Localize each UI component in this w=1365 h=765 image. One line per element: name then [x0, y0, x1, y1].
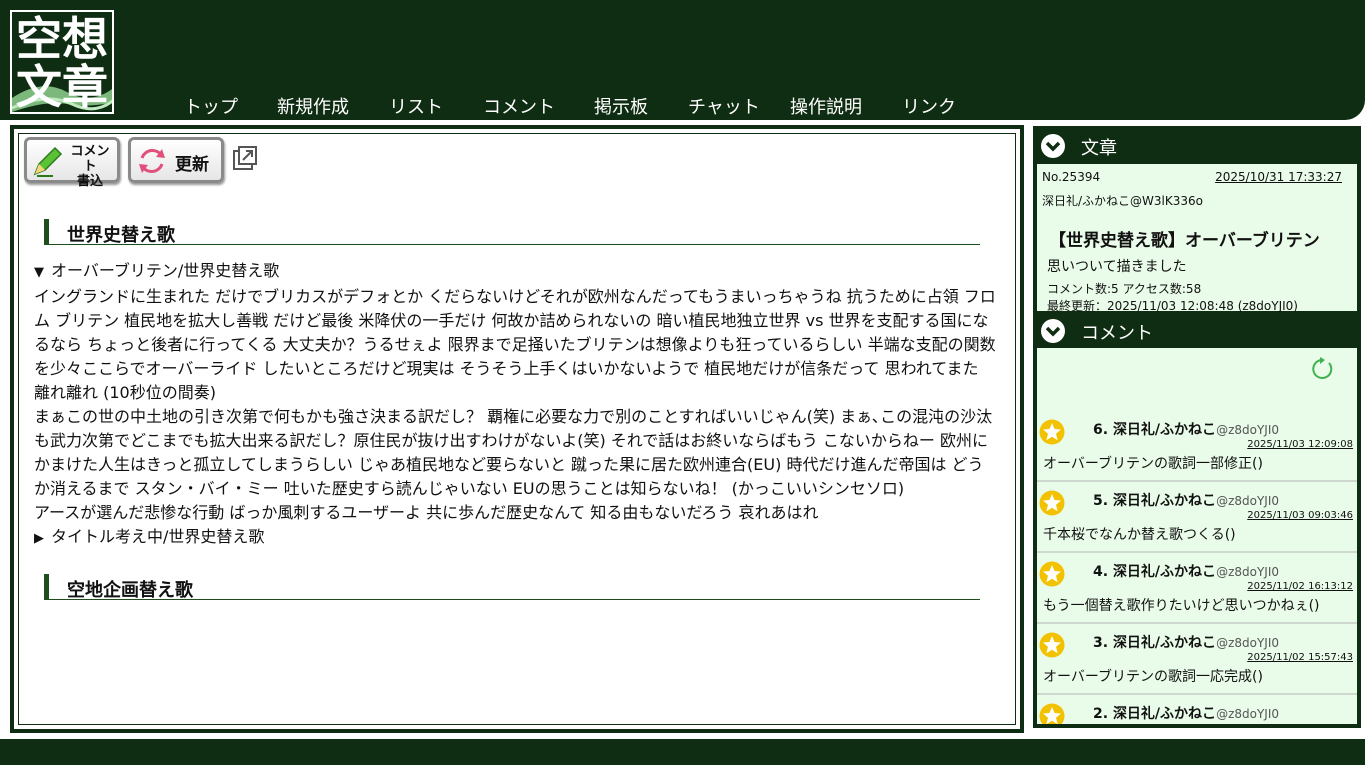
comment-panel-header[interactable]: コメント: [1033, 314, 1361, 348]
section-heading: 世界史替え歌: [44, 219, 980, 246]
chevron-down-icon: [1041, 319, 1065, 343]
doc-date[interactable]: 2025/10/31 17:33:27: [1215, 170, 1342, 184]
main-content: コメント 書込 更新 世界史替え歌 ▼ オーバーブリテン/世界史替え歌 イングラン…: [10, 125, 1024, 733]
comment-text: オーバーブリテンの歌詞一部修正(): [1043, 456, 1263, 472]
write-comment-button[interactable]: コメント 書込: [24, 137, 120, 189]
nav-item-new[interactable]: 新規作成: [277, 96, 349, 120]
comment-date[interactable]: 2025/11/02 15:57:43: [1247, 652, 1353, 663]
song-title: タイトル考え中/世界史替え歌: [51, 527, 265, 546]
comment-text: オーバーブリテンの歌詞一応完成(): [1043, 669, 1263, 685]
document-panel-header[interactable]: 文章: [1033, 126, 1361, 164]
comment-number: 5.: [1093, 493, 1109, 509]
logo-char: 想: [62, 12, 108, 66]
nav-item-top[interactable]: トップ: [184, 96, 238, 120]
reload-icon[interactable]: [1309, 356, 1335, 382]
comment-item: 5. 深日礼/ふかねこ@z8doYJI0 2025/11/03 09:03:46…: [1037, 482, 1357, 553]
doc-number: No.25394: [1042, 170, 1101, 184]
nav-item-links[interactable]: リンク: [902, 96, 956, 120]
lyrics-paragraph: イングランドに生まれた だけでブリカスがデフォとか くだらないけどそれが欧州なん…: [34, 287, 996, 402]
star-icon: [1039, 419, 1065, 445]
comment-text: もう一個替え歌作りたいけど思いつかねぇ(): [1043, 598, 1320, 614]
triangle-right-icon: ▶: [34, 531, 44, 546]
site-footer: [0, 739, 1365, 765]
song-toggle[interactable]: ▼ オーバーブリテン/世界史替え歌: [34, 259, 996, 285]
comment-item: 3. 深日礼/ふかねこ@z8doYJI0 2025/11/02 15:57:43…: [1037, 624, 1357, 695]
comment-item: 4. 深日礼/ふかねこ@z8doYJI0 2025/11/02 16:13:12…: [1037, 553, 1357, 624]
comment-user-id: @z8doYJI0: [1216, 707, 1279, 721]
site-logo[interactable]: 空 想 文 章: [10, 10, 114, 114]
section-heading: 空地企画替え歌: [44, 574, 980, 601]
comment-author[interactable]: 深日礼/ふかねこ: [1113, 635, 1216, 651]
comment-date[interactable]: 2025/11/03 12:09:08: [1247, 439, 1353, 450]
comment-number: 6.: [1093, 422, 1109, 438]
star-icon: [1039, 490, 1065, 516]
refresh-icon: [139, 149, 165, 173]
pencil-icon: [33, 146, 63, 177]
comment-author[interactable]: 深日礼/ふかねこ: [1113, 564, 1216, 580]
document-panel: 文章 No.25394 2025/10/31 17:33:27 深日礼/ふかねこ…: [1033, 126, 1361, 315]
nav-item-help[interactable]: 操作説明: [790, 96, 862, 120]
logo-char: 文: [16, 60, 62, 114]
chevron-down-icon: [1041, 134, 1065, 158]
song-toggle[interactable]: ▶ タイトル考え中/世界史替え歌: [34, 525, 996, 551]
logo-char: 章: [62, 60, 108, 114]
doc-title[interactable]: 【世界史替え歌】オーバーブリテン: [1049, 226, 1320, 251]
triangle-down-icon: ▼: [34, 265, 44, 280]
nav-item-list[interactable]: リスト: [389, 96, 443, 120]
star-icon: [1039, 703, 1065, 724]
comment-item: 6. 深日礼/ふかねこ@z8doYJI0 2025/11/03 12:09:08…: [1037, 411, 1357, 482]
comment-user-id: @z8doYJI0: [1216, 565, 1279, 579]
comment-text: 千本桜でなんか替え歌つくる(): [1043, 527, 1236, 543]
comment-panel: コメント 6. 深日礼/ふかねこ@z8doYJI0 2025/11/03 12:…: [1033, 314, 1361, 728]
section-title: 世界史替え歌: [67, 225, 175, 246]
site-header: 空 想 文 章 トップ 新規作成 リスト コメント 掲示板 チャット 操作説明 …: [0, 0, 1365, 120]
open-external-icon[interactable]: [232, 145, 258, 171]
comment-number: 2.: [1093, 706, 1109, 722]
lyrics-paragraph: アースが選んだ悲惨な行動 ばっか風刺するユーザーよ 共に歩んだ歴史なんて 知る由…: [34, 503, 819, 522]
doc-description: 思いついて描きました: [1047, 259, 1187, 275]
nav-item-chat[interactable]: チャット: [688, 96, 760, 120]
nav-item-bbs[interactable]: 掲示板: [594, 96, 648, 120]
logo-char: 空: [16, 12, 62, 66]
song-list: ▼ オーバーブリテン/世界史替え歌 イングランドに生まれた だけでブリカスがデフォ…: [34, 259, 996, 551]
comment-user-id: @z8doYJI0: [1216, 494, 1279, 508]
comment-author[interactable]: 深日礼/ふかねこ: [1113, 706, 1216, 722]
comment-number: 3.: [1093, 635, 1109, 651]
comment-button-label: コメント: [70, 144, 110, 174]
doc-author[interactable]: 深日礼/ふかねこ@W3lK336o: [1042, 192, 1203, 209]
star-icon: [1039, 561, 1065, 587]
refresh-button[interactable]: 更新: [128, 137, 224, 183]
lyrics-paragraph: まぁこの世の中土地の引き次第で何もかも強さ決まる訳だし？ 覇権に必要な力で別のこ…: [34, 407, 993, 498]
comment-user-id: @z8doYJI0: [1216, 423, 1279, 437]
comment-author[interactable]: 深日礼/ふかねこ: [1113, 422, 1216, 438]
comment-author[interactable]: 深日礼/ふかねこ: [1113, 493, 1216, 509]
comment-button-label-2: 書込: [76, 174, 103, 189]
comment-panel-title: コメント: [1081, 323, 1153, 344]
refresh-button-label: 更新: [175, 155, 209, 175]
comment-date[interactable]: 2025/11/02 16:13:12: [1247, 581, 1353, 592]
nav-item-comment[interactable]: コメント: [483, 96, 555, 120]
star-icon: [1039, 632, 1065, 658]
doc-stats: コメント数:5 アクセス数:58: [1047, 282, 1202, 296]
comment-user-id: @z8doYJI0: [1216, 636, 1279, 650]
doc-updated: 最終更新：2025/11/03 12:08:48 (z8doYJI0): [1047, 299, 1298, 313]
song-title: オーバーブリテン/世界史替え歌: [51, 261, 280, 280]
comment-item: 2. 深日礼/ふかねこ@z8doYJI0: [1037, 695, 1357, 724]
section-title: 空地企画替え歌: [67, 580, 193, 601]
comment-number: 4.: [1093, 564, 1109, 580]
document-panel-title: 文章: [1081, 138, 1117, 159]
comment-date[interactable]: 2025/11/03 09:03:46: [1247, 510, 1353, 521]
